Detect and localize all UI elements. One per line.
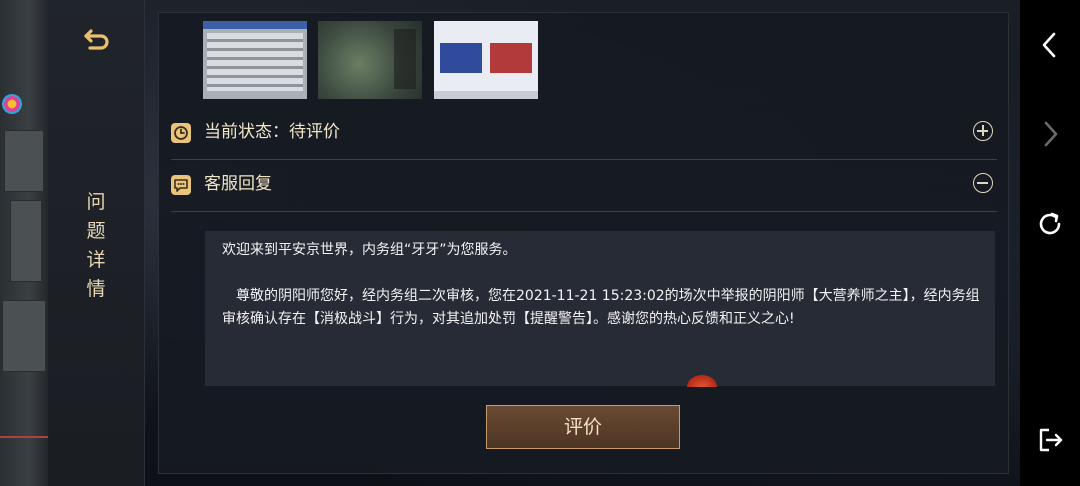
forward-nav-button[interactable] bbox=[1035, 119, 1065, 149]
exit-icon bbox=[1039, 428, 1063, 452]
page-title-char: 问 bbox=[86, 191, 106, 213]
clock-icon bbox=[171, 123, 191, 143]
back-arrow-icon bbox=[84, 29, 109, 50]
nav-panel: 问 题 详 情 bbox=[48, 0, 145, 486]
status-row[interactable]: 当前状态：待评价 bbox=[171, 107, 997, 160]
system-navigation-bar bbox=[1020, 0, 1080, 486]
background-scenery bbox=[0, 0, 48, 486]
status-label: 当前状态：待评价 bbox=[204, 122, 340, 142]
back-nav-button[interactable] bbox=[1035, 30, 1065, 60]
attachment-thumbnail[interactable] bbox=[203, 21, 307, 99]
evaluate-button[interactable]: 评价 bbox=[486, 405, 680, 449]
decorative-ornament bbox=[687, 375, 717, 387]
refresh-button[interactable] bbox=[1035, 209, 1065, 239]
page-title-char: 详 bbox=[86, 249, 106, 271]
minus-circle-icon[interactable] bbox=[973, 173, 993, 193]
flower-decoration bbox=[2, 94, 22, 114]
plus-circle-icon[interactable] bbox=[973, 121, 993, 141]
refresh-icon bbox=[1039, 212, 1061, 235]
exit-button[interactable] bbox=[1035, 425, 1065, 455]
chevron-right-icon bbox=[1044, 121, 1058, 147]
reply-content-box: 欢迎来到平安京世界，内务组“牙牙”为您服务。 尊敬的阴阳师您好，经内务组二次审核… bbox=[205, 231, 995, 386]
attachment-thumbnail[interactable] bbox=[318, 21, 422, 99]
chevron-left-icon bbox=[1042, 32, 1056, 58]
reply-row[interactable]: 客服回复 bbox=[171, 159, 997, 212]
ticket-detail-card: 当前状态：待评价 客服回复 欢迎来到平安京世界，内务组“牙牙”为您服务。 尊敬的… bbox=[158, 12, 1009, 474]
page-title: 问 题 详 情 bbox=[84, 188, 108, 304]
page-title-char: 情 bbox=[86, 278, 106, 300]
reply-label: 客服回复 bbox=[204, 174, 272, 194]
chat-bubble-icon bbox=[171, 175, 191, 195]
back-button[interactable] bbox=[82, 24, 112, 54]
attachment-thumbnail[interactable] bbox=[434, 21, 538, 99]
reply-greeting: 欢迎来到平安京世界，内务组“牙牙”为您服务。 bbox=[222, 242, 517, 258]
reply-body: 尊敬的阴阳师您好，经内务组二次审核，您在2021-11-21 15:23:02的… bbox=[222, 288, 980, 327]
page-title-char: 题 bbox=[86, 220, 106, 242]
